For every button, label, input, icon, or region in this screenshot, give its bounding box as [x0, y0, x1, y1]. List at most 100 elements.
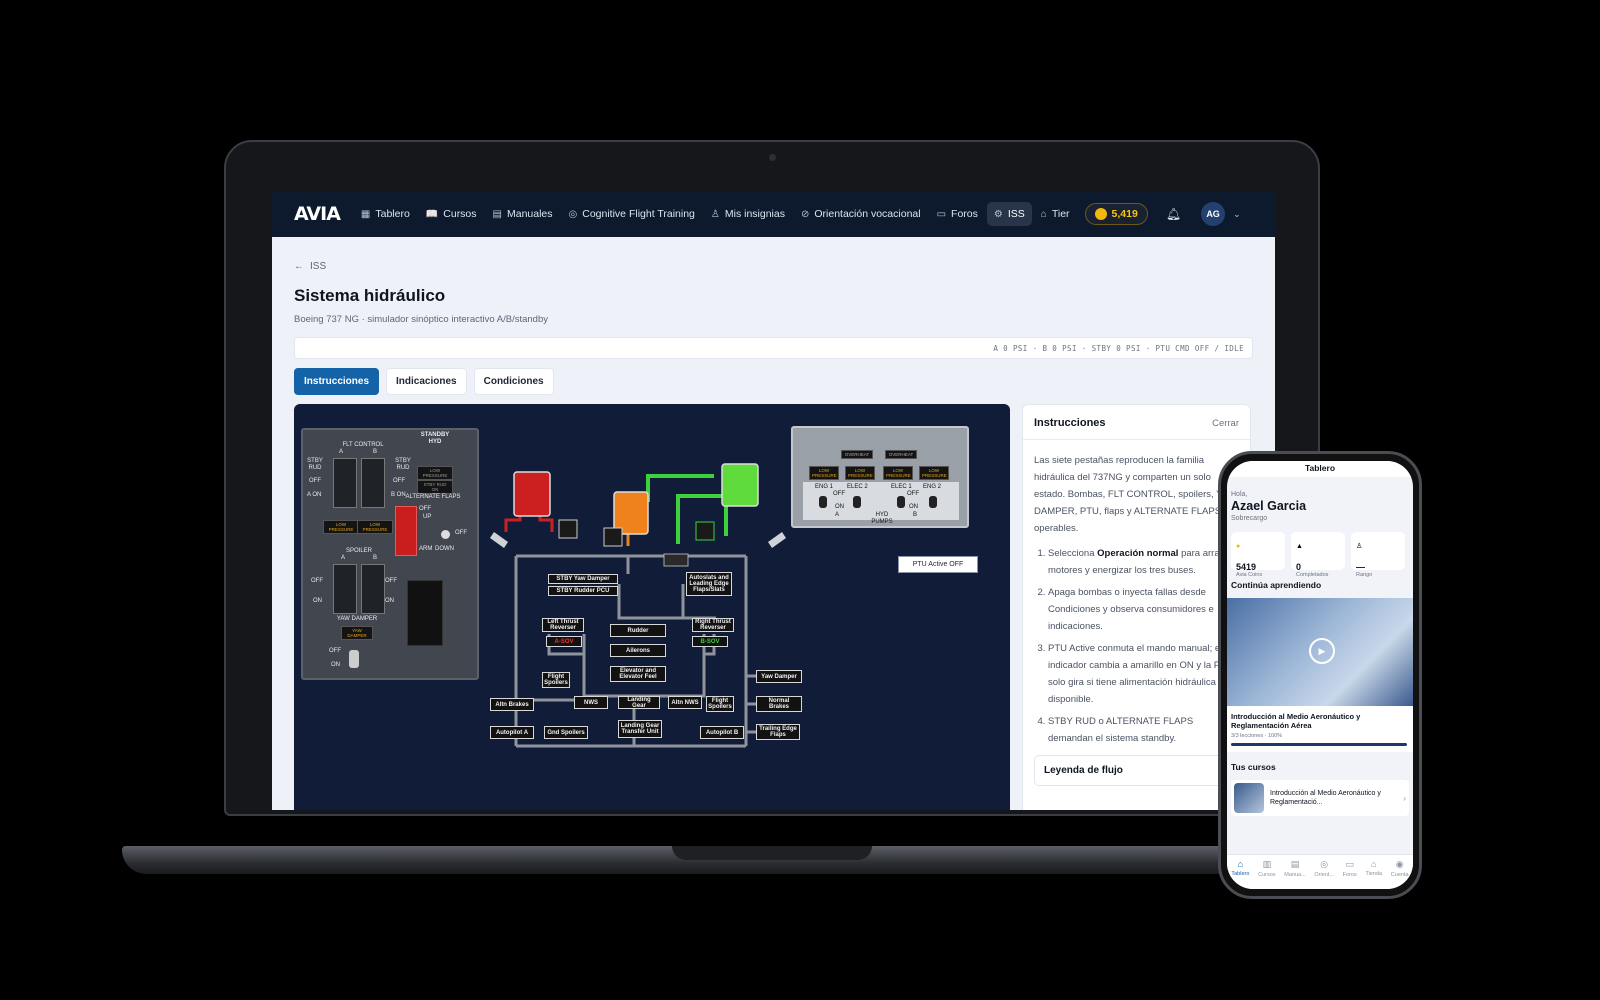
nav-manuales[interactable]: ▤ Manuales	[486, 202, 560, 226]
phone-tab-cursos[interactable]: ▥ Cursos	[1258, 859, 1275, 878]
close-button[interactable]: Cerrar	[1212, 418, 1239, 429]
spoiler-b-on-label: ON	[385, 598, 394, 604]
stby-rud-on-light: STBY RUD ON	[417, 480, 453, 494]
eng1-low-pressure-light: LOW PRESSURE	[809, 466, 839, 480]
elec1-pump-switch[interactable]	[897, 496, 905, 508]
flt-b-label: B	[373, 449, 378, 455]
instructions-header: Instrucciones Cerrar	[1034, 417, 1239, 429]
book-icon: ▥	[1262, 859, 1272, 869]
alternate-flaps-guard[interactable]	[395, 506, 417, 556]
continue-course-card[interactable]: Introducción al Medio Aeronáutico y Regl…	[1227, 706, 1413, 752]
tab-condiciones[interactable]: Condiciones	[473, 368, 554, 395]
node-autopilot-b[interactable]: Autopilot B	[700, 726, 744, 739]
node-stby-rudder-pcu[interactable]: STBY Rudder PCU	[548, 586, 618, 596]
nav-cursos[interactable]: 📖 Cursos	[419, 202, 484, 226]
chevron-down-icon[interactable]: ⌄	[1233, 209, 1241, 220]
nav-foros[interactable]: ▭ Foros	[930, 202, 985, 226]
eng2-low-pressure-light: LOW PRESSURE	[919, 466, 949, 480]
node-flight-spoilers-right[interactable]: Flight Spoilers	[706, 696, 734, 712]
tab-indicaciones[interactable]: Indicaciones	[386, 368, 467, 395]
instructions-steps: Selecciona Operación normal para arranca…	[1034, 545, 1239, 747]
course-video-thumbnail[interactable]: ▶	[1227, 598, 1413, 706]
node-elevator[interactable]: Elevator and Elevator Feel	[610, 666, 666, 682]
node-flight-spoilers-left[interactable]: Flight Spoilers	[542, 672, 570, 688]
nav-tier[interactable]: ⌂ Tier	[1034, 202, 1077, 226]
bell-icon[interactable]: 🔔︎	[1166, 207, 1181, 221]
course-list-item[interactable]: Introducción al Medio Aeronáutico y Regl…	[1231, 780, 1409, 816]
coins-badge[interactable]: 5,419	[1084, 203, 1148, 225]
node-autopilot-a[interactable]: Autopilot A	[490, 726, 534, 739]
node-b-sov[interactable]: B-SOV	[692, 636, 728, 647]
node-autoslats[interactable]: Autoslats and Leading Edge Flaps/Slats	[686, 572, 732, 596]
elec2-pump-switch[interactable]	[853, 496, 861, 508]
nav-cognitive[interactable]: ◎ Cognitive Flight Training	[562, 202, 702, 226]
ptu-active-button[interactable]: PTU Active OFF	[898, 556, 978, 573]
tab-instrucciones[interactable]: Instrucciones	[294, 368, 380, 395]
flt-b-low-pressure-light: LOW PRESSURE	[357, 520, 393, 534]
avatar[interactable]: AG	[1201, 202, 1226, 226]
node-nws[interactable]: NWS	[574, 696, 608, 709]
nav-iss[interactable]: ⚙ ISS	[986, 202, 1032, 226]
course-progress-bar	[1231, 743, 1407, 746]
pumps-a-off-label: OFF	[833, 491, 845, 497]
flt-a-label: A	[339, 449, 344, 455]
node-trailing-edge-flaps[interactable]: Trailing Edge Flaps	[756, 724, 800, 740]
breadcrumb-back[interactable]: ← ISS	[294, 261, 1253, 272]
node-gnd-spoilers[interactable]: Gnd Spoilers	[544, 726, 588, 739]
spoiler-b-switch[interactable]	[361, 564, 385, 614]
divider	[1023, 439, 1250, 440]
stat-rango: ♙ — Rango	[1351, 532, 1405, 578]
node-landing-gear[interactable]: Landing Gear	[618, 696, 660, 709]
nav-insignias[interactable]: ♙ Mis insignias	[704, 202, 792, 226]
alt-flaps-knob[interactable]	[441, 530, 450, 539]
phone-tab-cuenta[interactable]: ◉ Cuenta	[1391, 859, 1409, 878]
course-card-title: Introducción al Medio Aeronáutico y Regl…	[1231, 712, 1361, 730]
course-card-progress-text: 3/3 lecciones · 100%	[1231, 733, 1283, 739]
spoiler-a-on-label: ON	[313, 598, 322, 604]
spoiler-a-switch[interactable]	[333, 564, 357, 614]
flt-a-off-label: OFF	[309, 478, 321, 484]
phone-tab-orientacion[interactable]: ◎ Orient...	[1314, 859, 1334, 878]
node-stby-yaw-damper[interactable]: STBY Yaw Damper	[548, 574, 618, 584]
node-yaw-damper[interactable]: Yaw Damper	[756, 670, 802, 683]
pumps-a-label: A	[835, 512, 840, 518]
phone-tab-tablero[interactable]: ⌂ Tablero	[1231, 859, 1249, 877]
laptop-screen: AVIA ▦ Tablero 📖 Cursos ▤ Manuales ◎ Cogniti…	[272, 191, 1275, 810]
node-ailerons[interactable]: Ailerons	[610, 644, 666, 657]
node-altn-brakes[interactable]: Altn Brakes	[490, 698, 534, 711]
phone-tab-tienda[interactable]: ⌂ Tienda	[1365, 859, 1382, 877]
phone-tab-manuales[interactable]: ▤ Manua...	[1284, 859, 1305, 878]
node-right-thrust-reverser[interactable]: Right Thrust Reverser	[692, 618, 734, 632]
node-left-thrust-reverser[interactable]: Left Thrust Reverser	[542, 618, 584, 632]
node-a-sov[interactable]: A-SOV	[546, 636, 582, 647]
course-thumbnail	[1234, 783, 1264, 813]
nav-tablero[interactable]: ▦ Tablero	[354, 202, 417, 226]
page-subtitle: Boeing 737 NG · simulador sinóptico inte…	[294, 314, 548, 325]
valve-left-icon	[490, 532, 508, 548]
phone-user-role: Sobrecargo	[1231, 515, 1268, 522]
play-icon[interactable]: ▶	[1309, 638, 1335, 664]
blank-annunciators	[407, 580, 443, 646]
medal-icon: ♙	[1356, 543, 1363, 550]
flt-control-b-switch[interactable]	[361, 458, 385, 508]
alt-flaps-off2-label: OFF	[455, 530, 467, 536]
node-altn-nws[interactable]: Altn NWS	[668, 696, 702, 709]
pump-b-icon	[695, 521, 715, 541]
phone-tab-foros[interactable]: ▭ Foros	[1343, 859, 1357, 878]
badge-icon: ♙	[710, 208, 720, 220]
course-list-title: Introducción al Medio Aeronáutico y Regl…	[1270, 790, 1381, 806]
nav-orientacion[interactable]: ⊘ Orientación vocacional	[794, 202, 928, 226]
flow-legend[interactable]: Leyenda de flujo	[1034, 755, 1239, 786]
yaw-damper-switch[interactable]	[349, 650, 359, 668]
phone-title: Tablero	[1227, 461, 1413, 477]
eng1-pump-switch[interactable]	[819, 496, 827, 508]
node-normal-brakes[interactable]: Normal Brakes	[756, 696, 802, 712]
node-landing-gear-transfer[interactable]: Landing Gear Transfer Unit	[618, 720, 662, 738]
eng2-pump-switch[interactable]	[929, 496, 937, 508]
flt-control-a-switch[interactable]	[333, 458, 357, 508]
node-rudder[interactable]: Rudder	[610, 624, 666, 637]
alternate-flaps-label: ALTERNATE FLAPS	[405, 494, 461, 500]
stat-completados: ▲ 0 Completados	[1291, 532, 1345, 578]
flt-control-label: FLT CONTROL	[342, 442, 384, 448]
logo: AVIA	[294, 203, 341, 225]
